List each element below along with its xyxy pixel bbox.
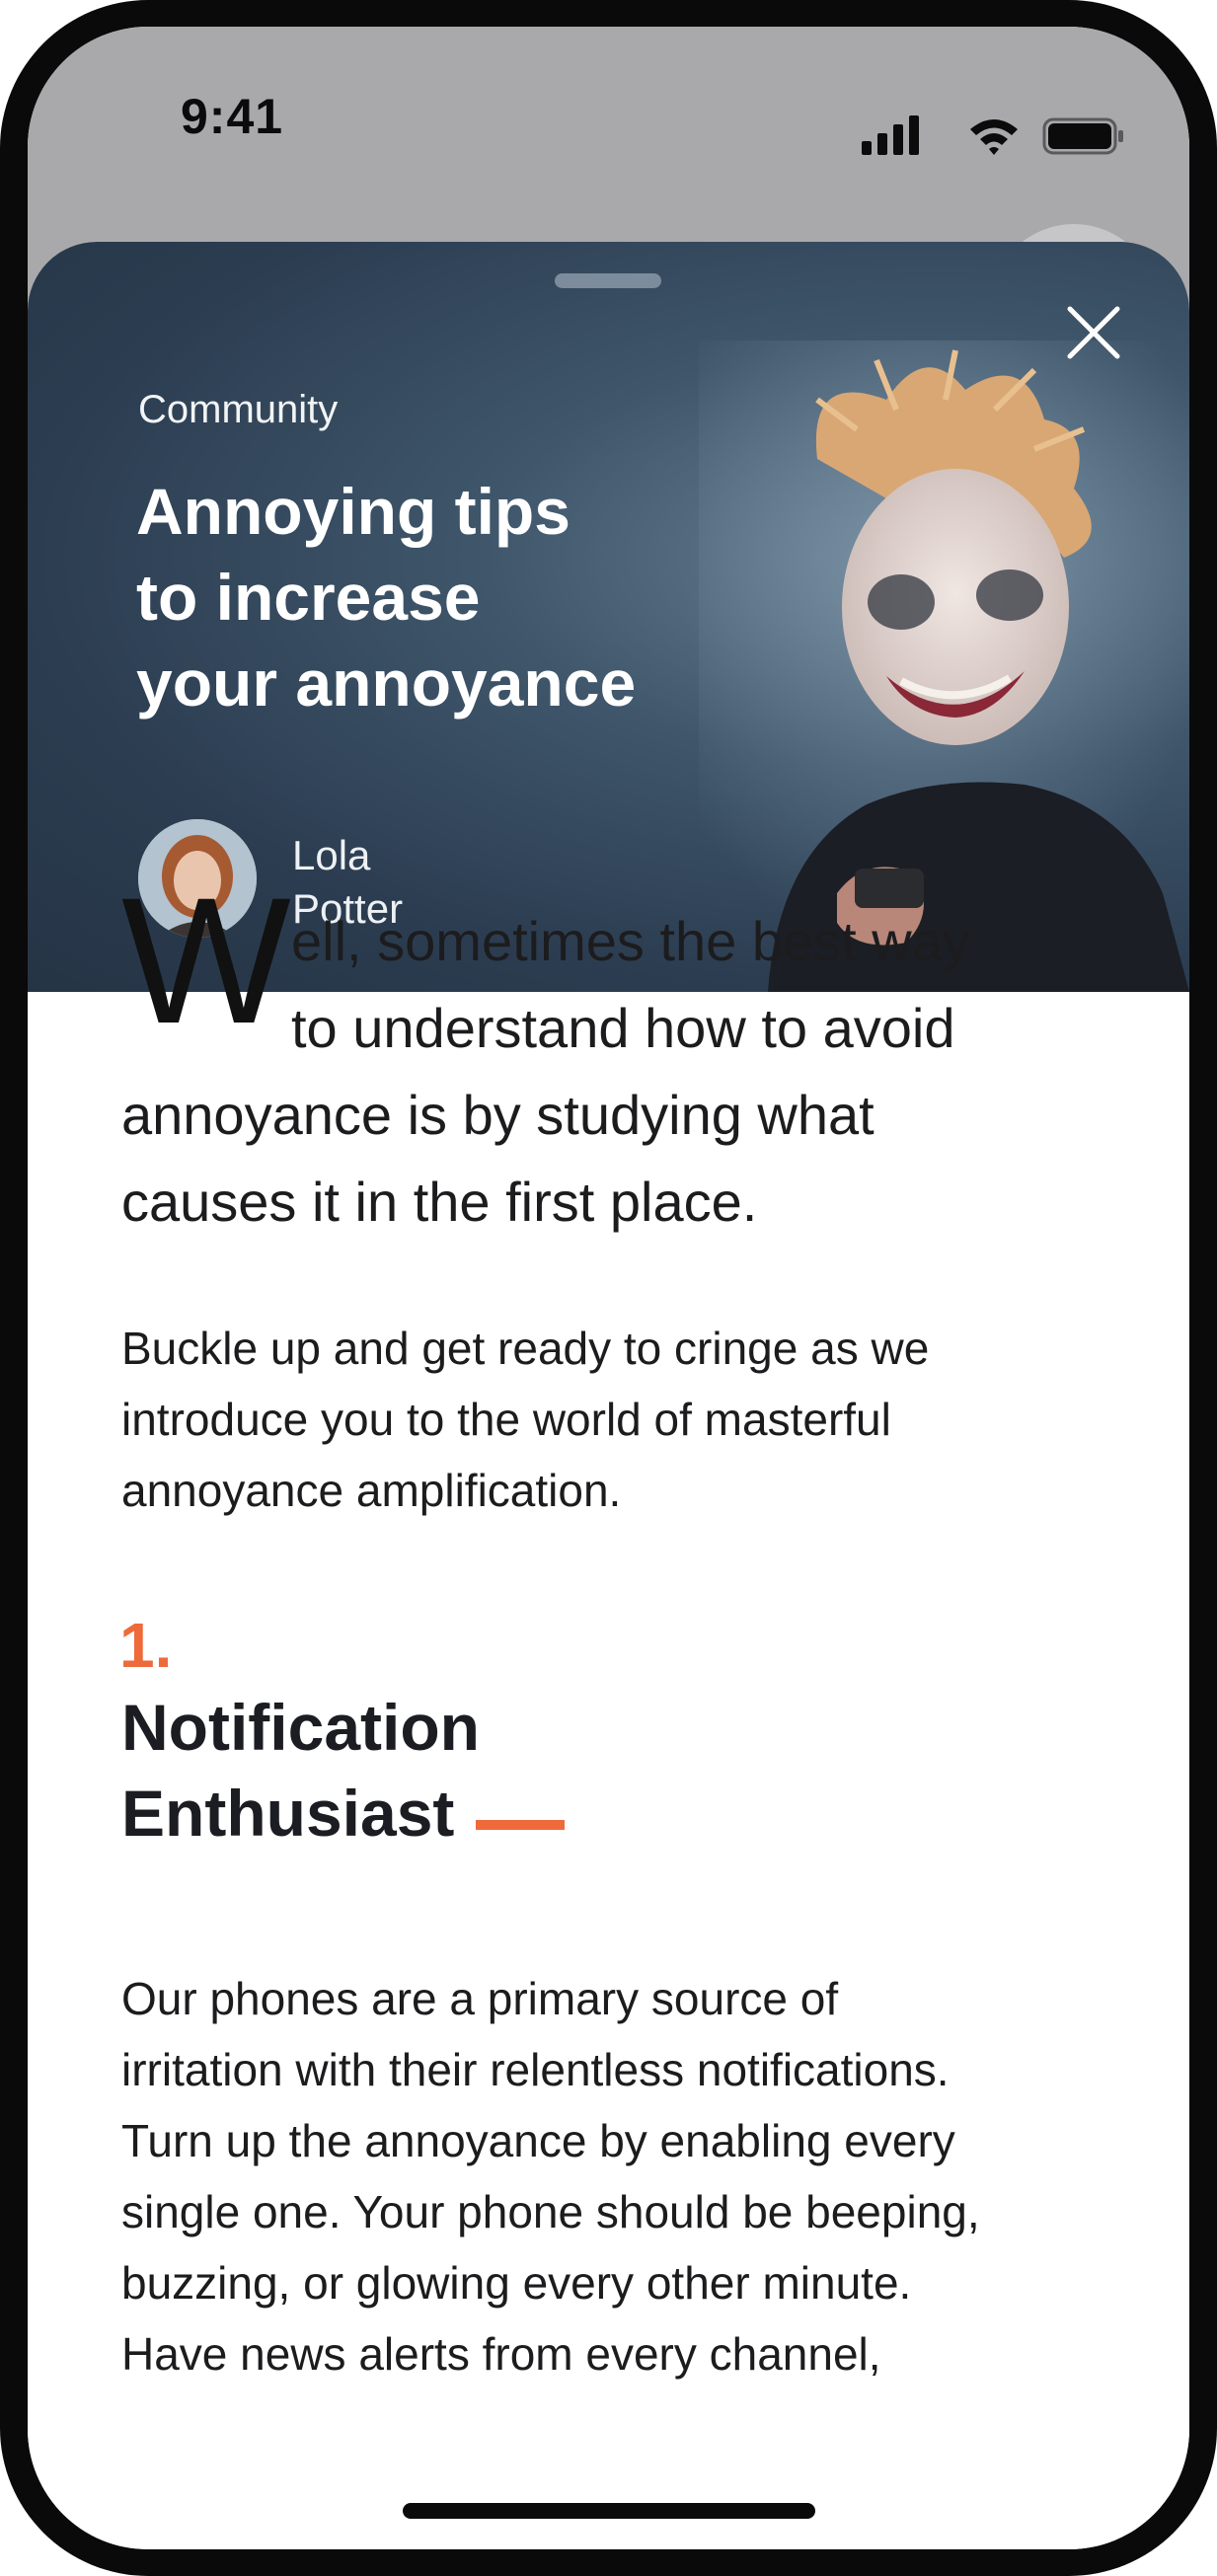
author-first-name: Lola: [292, 832, 371, 878]
article-title: Annoying tips to increase your annoyance: [136, 469, 768, 726]
heading-line: Notification: [121, 1691, 480, 1764]
body-line: Have news alerts from every channel,: [121, 2328, 881, 2380]
article-category[interactable]: Community: [138, 388, 338, 432]
status-time: 9:41: [181, 89, 284, 144]
status-icons: [862, 115, 1123, 155]
battery-icon: [1042, 117, 1123, 155]
title-line: your annoyance: [136, 646, 637, 720]
section-number: 1.: [119, 1610, 173, 1681]
body-line: single one. Your phone should be beeping…: [121, 2186, 980, 2237]
article-sheet: Community Annoying tips to increase your…: [28, 242, 1189, 2549]
heading-accent-bar: [476, 1819, 566, 1830]
intro-line: annoyance amplification.: [121, 1465, 622, 1516]
body-line: buzzing, or glowing every other minute.: [121, 2257, 912, 2309]
lead-line: to understand how to avoid: [291, 997, 955, 1059]
hero-image: [699, 341, 1189, 992]
cellular-signal-icon: [862, 115, 919, 155]
intro-line: introduce you to the world of masterful: [121, 1394, 891, 1445]
title-line: to increase: [136, 561, 481, 634]
lead-line: causes it in the first place.: [121, 1171, 758, 1233]
section-heading: Notification Enthusiast: [121, 1685, 812, 1856]
home-indicator[interactable]: [403, 2503, 815, 2519]
lead-line: ell, sometimes the best way: [291, 910, 970, 972]
sheet-grabber[interactable]: [555, 273, 661, 288]
body-line: Turn up the annoyance by enabling every: [121, 2115, 955, 2166]
phone-frame: 9:41 Community Annoying tips to increase…: [0, 0, 1217, 2576]
intro-line: Buckle up and get ready to cringe as we: [121, 1323, 930, 1374]
close-icon[interactable]: [1062, 301, 1125, 364]
body-line: irritation with their relentless notific…: [121, 2044, 950, 2095]
wifi-icon: [970, 119, 1018, 155]
section-body: Our phones are a primary source of irrit…: [121, 1963, 1118, 2389]
lead-line: annoyance is by studying what: [121, 1084, 875, 1146]
lead-paragraph: ell, sometimes the best way to understan…: [121, 898, 1108, 1246]
screen: 9:41 Community Annoying tips to increase…: [28, 27, 1189, 2549]
heading-line: Enthusiast: [121, 1777, 455, 1850]
title-line: Annoying tips: [136, 475, 570, 548]
body-line: Our phones are a primary source of: [121, 1973, 839, 2024]
intro-paragraph: Buckle up and get ready to cringe as we …: [121, 1313, 1108, 1526]
